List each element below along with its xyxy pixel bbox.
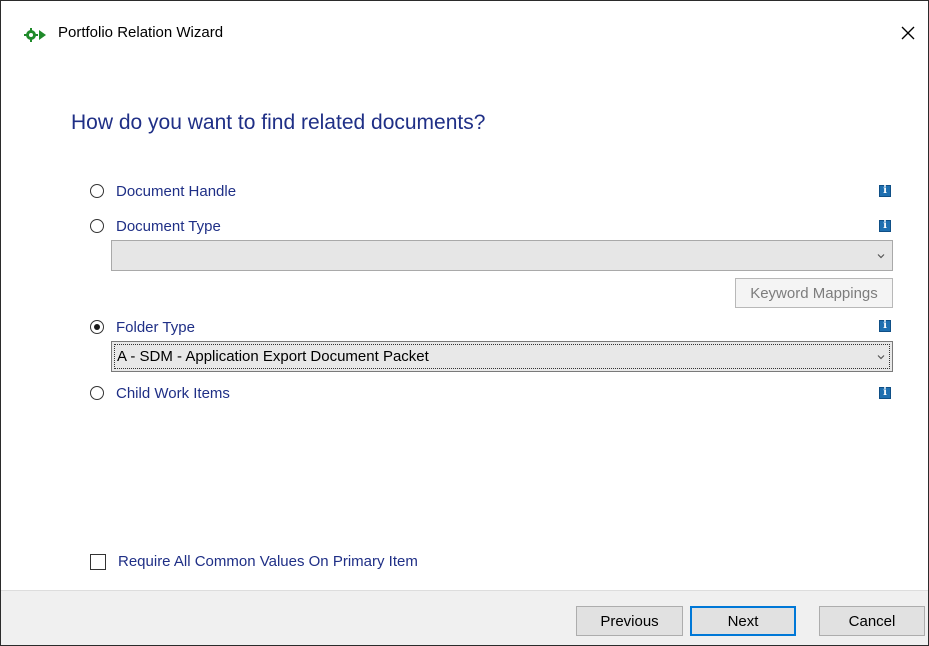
radio-button-selected[interactable] (90, 320, 104, 334)
keyword-mappings-button[interactable]: Keyword Mappings (735, 278, 893, 308)
chevron-down-icon (877, 355, 885, 360)
radio-document-handle[interactable]: Document Handle (90, 180, 236, 202)
page-heading: How do you want to find related document… (71, 111, 486, 134)
checkbox-label: Require All Common Values On Primary Ite… (118, 553, 418, 570)
checkbox[interactable] (90, 553, 106, 570)
require-common-values-checkbox[interactable]: Require All Common Values On Primary Ite… (90, 553, 418, 570)
close-icon (901, 26, 915, 40)
info-icon[interactable]: i (879, 185, 891, 197)
cancel-button[interactable]: Cancel (819, 606, 925, 636)
option-label: Child Work Items (116, 384, 230, 402)
chevron-down-icon (877, 254, 885, 259)
radio-button[interactable] (90, 386, 104, 400)
radio-button[interactable] (90, 219, 104, 233)
close-button[interactable] (890, 15, 926, 51)
folder-type-value: A - SDM - Application Export Document Pa… (117, 348, 429, 365)
option-label: Folder Type (116, 318, 195, 336)
option-label: Document Handle (116, 182, 237, 200)
folder-type-dropdown[interactable]: A - SDM - Application Export Document Pa… (111, 341, 893, 372)
button-bar: Previous Next Cancel (1, 590, 928, 645)
wizard-window: Portfolio Relation Wizard How do you wan… (0, 0, 929, 646)
previous-button[interactable]: Previous (576, 606, 683, 636)
radio-document-type[interactable]: Document Type (90, 215, 221, 237)
radio-folder-type[interactable]: Folder Type (90, 316, 195, 338)
next-button[interactable]: Next (690, 606, 796, 636)
radio-child-work-items[interactable]: Child Work Items (90, 382, 230, 404)
app-gear-arrow-icon (24, 28, 46, 42)
window-title: Portfolio Relation Wizard (58, 24, 224, 41)
title-bar: Portfolio Relation Wizard (1, 1, 928, 65)
document-type-dropdown[interactable] (111, 240, 893, 271)
radio-button[interactable] (90, 184, 104, 198)
option-label: Document Type (116, 217, 221, 235)
info-icon[interactable]: i (879, 387, 891, 399)
info-icon[interactable]: i (879, 320, 891, 332)
info-icon[interactable]: i (879, 220, 891, 232)
